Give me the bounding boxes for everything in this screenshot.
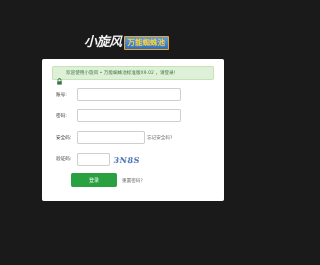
captcha-input[interactable]	[77, 153, 110, 166]
lock-icon	[56, 70, 63, 85]
account-label: 账号:	[56, 93, 67, 98]
logo-text: 小旋风	[84, 35, 122, 50]
captcha-image[interactable]: 3N8S	[113, 153, 140, 166]
security-code-label: 安全码:	[56, 136, 72, 141]
captcha-text: 3N8S	[113, 155, 140, 165]
login-card: 欢迎使用小旋风 • 万能蜘蛛池标准版X9.02 ，请登录! 账号: 密码: 安全…	[42, 59, 224, 201]
account-input[interactable]	[77, 88, 181, 101]
reset-password-link[interactable]: 重置密码?	[122, 178, 143, 184]
login-button[interactable]: 登录	[71, 173, 117, 187]
welcome-alert: 欢迎使用小旋风 • 万能蜘蛛池标准版X9.02 ，请登录!	[52, 66, 214, 85]
password-label: 密码:	[56, 114, 67, 119]
password-input[interactable]	[77, 109, 181, 122]
captcha-label: 验证码:	[56, 157, 72, 162]
logo-tag: 万能蜘蛛池	[123, 35, 170, 50]
login-page: 小旋风 万能蜘蛛池 欢迎使用小旋风 • 万能蜘蛛池标准版X9.02 ，请登录! …	[0, 0, 265, 265]
site-logo: 小旋风 万能蜘蛛池	[84, 34, 184, 51]
security-code-input[interactable]	[77, 131, 145, 144]
forgot-security-code-link[interactable]: 忘记安全码?	[147, 135, 172, 141]
alert-text: 欢迎使用小旋风 • 万能蜘蛛池标准版X9.02 ，请登录!	[66, 71, 176, 76]
